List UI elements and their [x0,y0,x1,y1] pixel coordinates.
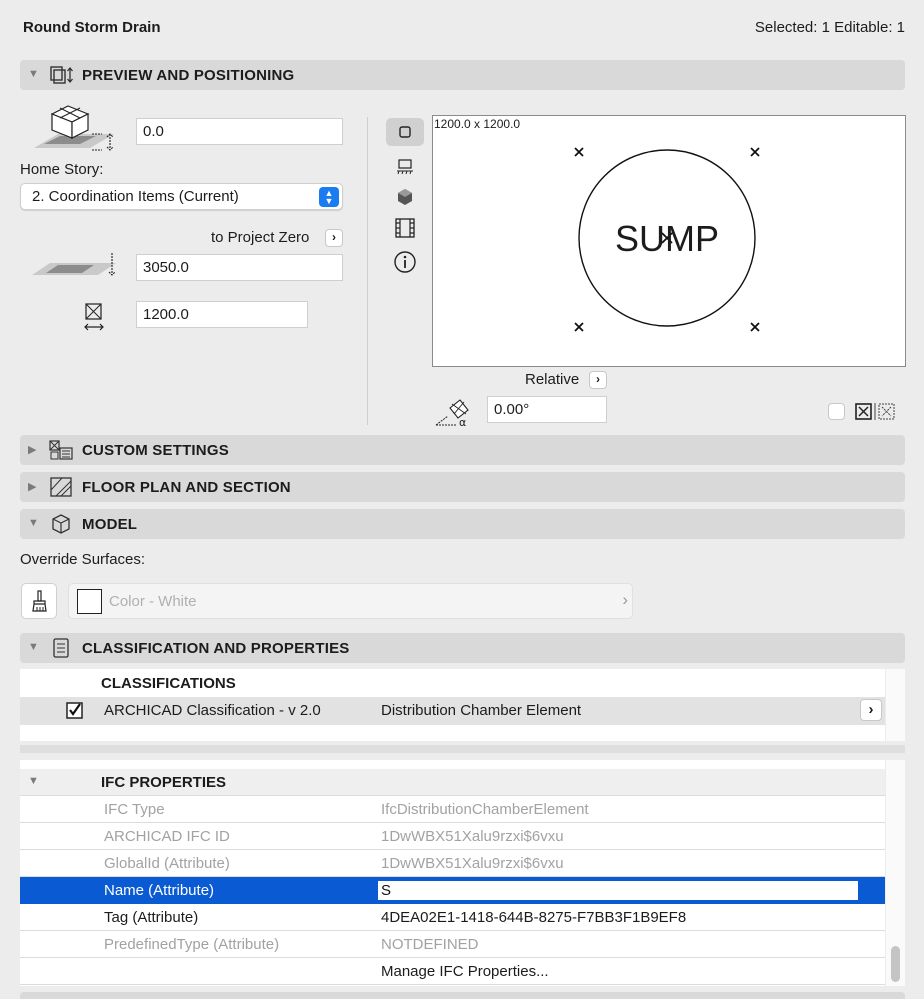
expand-triangle-icon[interactable]: ▶ [28,443,36,456]
relative-label: Relative [525,371,580,388]
table-row[interactable]: PredefinedType (Attribute) NOTDEFINED [20,931,885,958]
cube-icon [398,189,412,205]
section-classification-header[interactable]: ▼ CLASSIFICATION AND PROPERTIES [20,633,905,663]
collapse-triangle-icon[interactable]: ▼ [28,775,39,787]
table-row[interactable]: ARCHICAD IFC ID 1DwWBX51Xalu9rzxi$6vxu [20,823,885,850]
property-value: IfcDistributionChamberElement [381,801,589,818]
property-value: 1DwWBX51Xalu9rzxi$6vxu [381,855,564,872]
preview-positioning-icon [50,66,73,84]
preview-label: SUMP [615,218,720,259]
section-title: PREVIEW AND POSITIONING [82,67,295,84]
size-icon [84,303,104,331]
property-value: 1DwWBX51Xalu9rzxi$6vxu [381,828,564,845]
angle-field[interactable]: 0.00° [487,396,607,423]
film-icon [395,218,415,238]
stepper-icon: ▲ ▼ [319,187,339,207]
property-value: 4DEA02E1-1418-644B-8275-F7BB3F1B9EF8 [381,909,687,926]
section-floorplan-header[interactable]: ▶ FLOOR PLAN AND SECTION [20,472,905,502]
collapse-triangle-icon[interactable]: ▼ [28,68,39,80]
story-offset-icon [34,105,114,151]
table-row[interactable]: Tag (Attribute) 4DEA02E1-1418-644B-8275-… [20,904,885,931]
property-key: Name (Attribute) [104,882,215,899]
property-value: NOTDEFINED [381,936,479,953]
property-key: PredefinedType (Attribute) [104,936,280,953]
scroll-track [886,669,905,741]
collapse-triangle-icon[interactable]: ▼ [28,641,39,653]
scrollbar[interactable] [886,760,905,986]
checkbox-checked-icon[interactable] [66,702,83,719]
mirror-checkbox[interactable] [828,403,845,420]
mirror-toggle-icons[interactable] [854,402,900,421]
paint-brush-icon [32,590,47,612]
next-section-header[interactable] [20,992,905,999]
classification-chevron-button[interactable]: › [860,699,882,721]
chevron-right-icon: › [622,590,628,609]
expand-triangle-icon[interactable]: ▶ [28,480,36,493]
home-story-label: Home Story: [20,161,104,178]
preview-canvas[interactable]: 1200.0 x 1200.0 SUMP [432,115,906,367]
property-key: GlobalId (Attribute) [104,855,230,872]
section-title: MODEL [82,516,138,533]
view-plan-button[interactable] [386,118,424,146]
custom-settings-icon [49,440,73,460]
collapse-triangle-icon[interactable]: ▼ [28,517,39,529]
section-title: CLASSIFICATION AND PROPERTIES [82,640,350,657]
property-key: IFC Type [104,801,165,818]
view-section-button[interactable] [386,152,424,180]
ifc-group-row[interactable]: ▼ IFC PROPERTIES [20,769,885,796]
section-title: CUSTOM SETTINGS [82,442,229,459]
table-row[interactable]: GlobalId (Attribute) 1DwWBX51Xalu9rzxi$6… [20,850,885,877]
classification-system: ARCHICAD Classification - v 2.0 [104,702,321,719]
property-key: ARCHICAD IFC ID [104,828,230,845]
view-info-button[interactable] [386,248,424,276]
panel-splitter[interactable] [20,745,905,753]
surface-value: Color - White [109,593,197,610]
selection-info: Selected: 1 Editable: 1 [754,19,905,36]
table-row-selected[interactable]: Name (Attribute) S [20,877,885,904]
classification-row[interactable]: ARCHICAD Classification - v 2.0 Distribu… [20,697,885,725]
section-title: FLOOR PLAN AND SECTION [82,479,291,496]
size-field[interactable]: 1200.0 [136,301,308,328]
home-story-select[interactable]: 2. Coordination Items (Current) ▲ ▼ [20,183,343,210]
rotation-angle-icon: α [435,399,469,428]
classification-value: Distribution Chamber Element [381,702,582,719]
table-row[interactable]: IFC Type IfcDistributionChamberElement [20,796,885,823]
section-model-header[interactable]: ▼ MODEL [20,509,905,539]
floor-plan-icon [50,477,72,497]
property-key: Tag (Attribute) [104,909,199,926]
divider [367,117,368,425]
name-attribute-input[interactable]: S [378,881,858,900]
window-title: Round Storm Drain [23,19,161,36]
relative-chevron-button[interactable]: › [589,371,607,389]
color-swatch [77,589,102,614]
section-view-icon [397,159,413,175]
info-icon [394,251,416,273]
elevation-icon [32,253,116,276]
section-custom-header[interactable]: ▶ CUSTOM SETTINGS [20,435,905,465]
override-brush-button[interactable] [21,583,57,619]
ifc-properties-header: IFC PROPERTIES [101,774,227,791]
scrollbar-thumb[interactable] [891,946,900,982]
offset-field[interactable]: 0.0 [136,118,343,145]
plan-view-icon [399,126,411,138]
manage-ifc-row[interactable]: Manage IFC Properties... [20,958,885,985]
surface-select[interactable]: Color - White › [68,583,633,619]
project-zero-label: to Project Zero [211,229,310,246]
home-story-value: 2. Coordination Items (Current) [32,188,239,205]
manage-ifc-properties-link[interactable]: Manage IFC Properties... [381,963,549,980]
section-preview-header[interactable]: ▼ PREVIEW AND POSITIONING [20,60,905,90]
document-icon [53,638,69,658]
override-surfaces-label: Override Surfaces: [20,551,146,568]
elevation-field[interactable]: 3050.0 [136,254,343,281]
model-cube-icon [52,514,70,534]
view-3d-button[interactable] [386,184,424,212]
project-zero-chevron-button[interactable]: › [325,229,343,247]
classifications-header: CLASSIFICATIONS [101,675,236,692]
svg-text:α: α [459,416,466,428]
view-film-button[interactable] [386,214,424,242]
